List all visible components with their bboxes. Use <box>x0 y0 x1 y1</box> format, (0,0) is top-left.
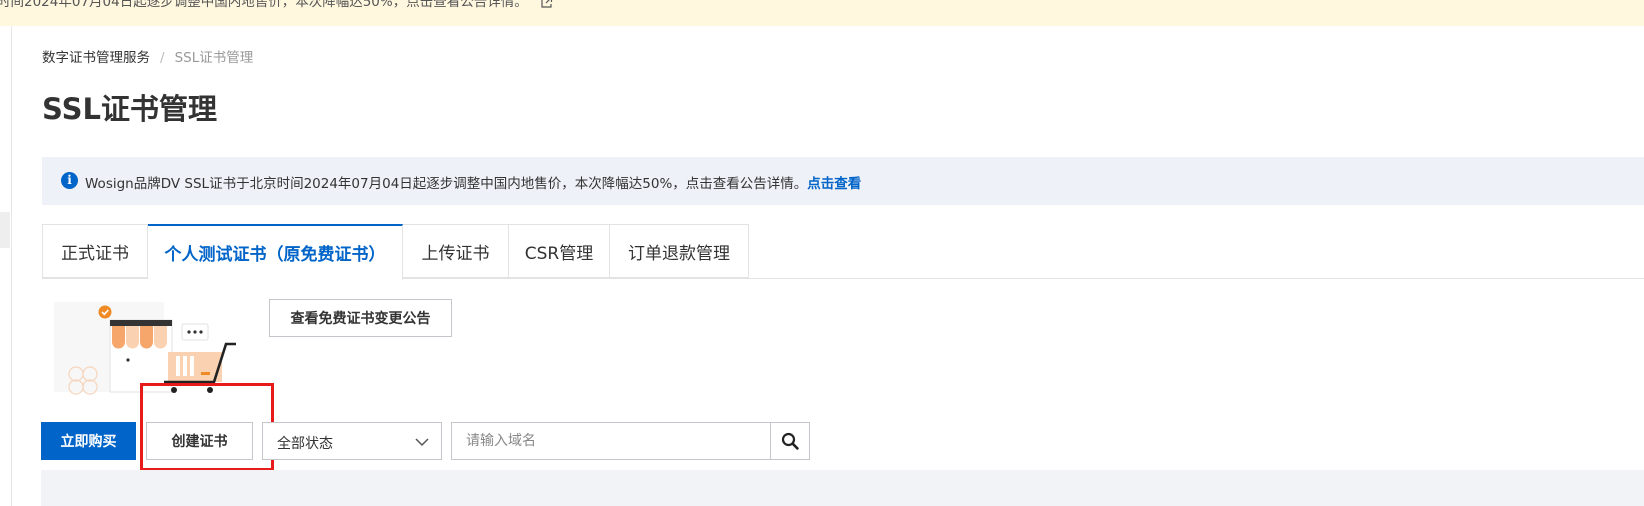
tab-label: 个人测试证书（原免费证书） <box>164 245 386 265</box>
view-free-cert-notice-button[interactable]: 查看免费证书变更公告 <box>269 299 452 337</box>
chevron-down-icon <box>415 438 429 447</box>
sidebar-collapse-handle[interactable] <box>0 212 10 248</box>
tab-order-refund[interactable]: 订单退款管理 <box>610 224 749 278</box>
top-announcement-banner: 时间2024年07月04日起逐步调整中国内地售价，本次降幅达50%，点击查看公告… <box>0 0 1644 26</box>
tab-csr-management[interactable]: CSR管理 <box>509 224 610 278</box>
tab-label: 正式证书 <box>61 243 129 264</box>
external-link-icon[interactable] <box>540 0 553 9</box>
notice-text-wrap: Wosign品牌DV SSL证书于北京时间2024年07月04日起逐步调整中国内… <box>85 172 861 192</box>
search-button[interactable] <box>770 422 810 460</box>
breadcrumb-item-service[interactable]: 数字证书管理服务 <box>42 50 150 66</box>
tab-personal-test-certs[interactable]: 个人测试证书（原免费证书） <box>148 224 403 280</box>
info-icon: i <box>61 172 78 189</box>
status-select[interactable]: 全部状态 <box>262 422 442 460</box>
notice-bar: i Wosign品牌DV SSL证书于北京时间2024年07月04日起逐步调整中… <box>42 157 1644 205</box>
status-select-value: 全部状态 <box>277 436 333 452</box>
breadcrumb-item-current: SSL证书管理 <box>174 50 254 66</box>
cert-tabs: 正式证书 个人测试证书（原免费证书） 上传证书 CSR管理 订单退款管理 <box>42 224 749 280</box>
page-title: SSL证书管理 <box>42 92 217 126</box>
tab-official-certs[interactable]: 正式证书 <box>42 224 148 278</box>
tab-label: CSR管理 <box>524 243 594 264</box>
top-banner-text: 时间2024年07月04日起逐步调整中国内地售价，本次降幅达50%，点击查看公告… <box>0 0 528 10</box>
create-cert-button[interactable]: 创建证书 <box>146 422 253 460</box>
breadcrumb-separator: / <box>160 50 165 66</box>
tab-label: 上传证书 <box>421 243 490 264</box>
search-icon <box>781 432 799 450</box>
domain-search-input[interactable] <box>451 422 771 460</box>
buy-now-button[interactable]: 立即购买 <box>41 422 136 460</box>
top-banner-content: 时间2024年07月04日起逐步调整中国内地售价，本次降幅达50%，点击查看公告… <box>0 0 553 10</box>
notice-text: Wosign品牌DV SSL证书于北京时间2024年07月04日起逐步调整中国内… <box>85 176 808 192</box>
tab-label: 订单退款管理 <box>628 243 730 264</box>
notice-view-link[interactable]: 点击查看 <box>807 176 861 192</box>
tab-upload-certs[interactable]: 上传证书 <box>403 224 509 278</box>
sidebar-edge <box>11 26 12 506</box>
table-header <box>41 470 1644 506</box>
breadcrumb: 数字证书管理服务 / SSL证书管理 <box>42 46 253 66</box>
shopping-illustration <box>54 302 236 395</box>
